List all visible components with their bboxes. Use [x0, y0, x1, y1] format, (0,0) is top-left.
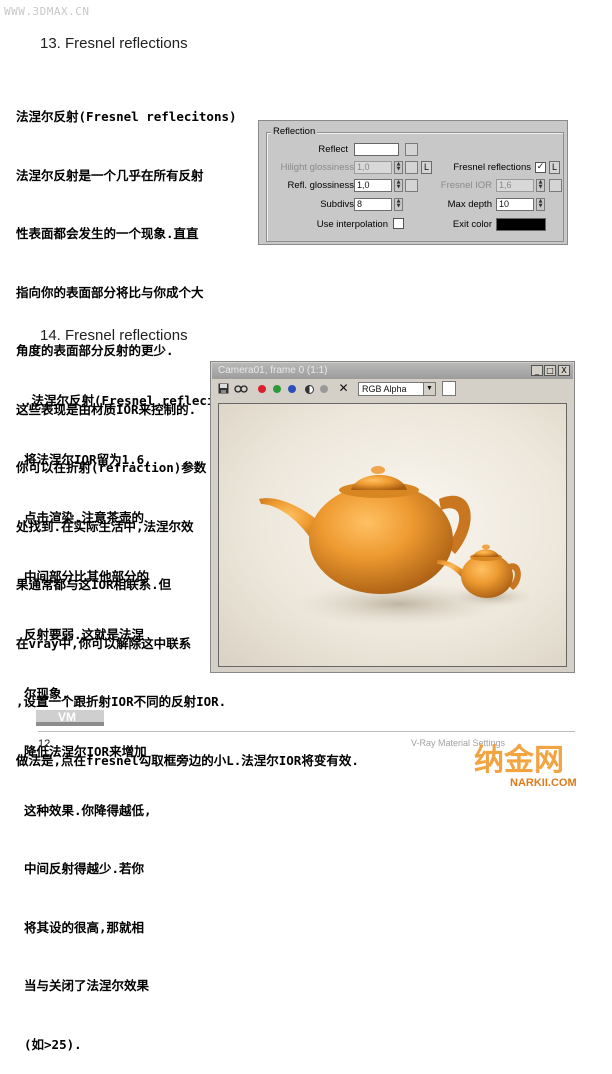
fresnel-reflections-label: Fresnel reflections: [453, 162, 531, 173]
refl-glossiness-spinner[interactable]: ▲ ▼: [394, 179, 403, 192]
section-14-line: 当与关闭了法涅尔效果: [24, 978, 150, 993]
fresnel-lock-button[interactable]: L: [549, 161, 560, 174]
channel-select-value: RGB Alpha: [362, 384, 407, 394]
teapot-render-image: [259, 466, 533, 626]
reflect-color-swatch[interactable]: [354, 143, 399, 156]
hilight-glossiness-input[interactable]: 1,0: [354, 161, 392, 174]
render-viewport: [218, 403, 567, 667]
close-button[interactable]: X: [558, 365, 570, 376]
exit-color-label: Exit color: [452, 219, 492, 230]
subdivs-input[interactable]: 8: [354, 198, 392, 211]
fresnel-ior-map-button[interactable]: [549, 179, 562, 192]
mono-channel-icon[interactable]: [320, 385, 328, 393]
reflect-map-button[interactable]: [405, 143, 418, 156]
vm-logo-text: VM: [58, 710, 76, 724]
hilight-glossiness-label: Hilight glossiness: [280, 162, 354, 173]
maximize-button[interactable]: □: [544, 365, 556, 376]
fresnel-ior-input[interactable]: 1,6: [496, 179, 534, 192]
render-toolbar: ✕ RGB Alpha ▼: [212, 380, 573, 398]
render-window-title: Camera01, frame 0 (1:1): [218, 365, 328, 376]
narkii-watermark-logo: 纳金网 NARKII.COM: [470, 738, 610, 790]
section-14-line: 中间反射得越少.若你: [24, 861, 145, 876]
vm-logo: VM: [36, 708, 104, 728]
refl-glossiness-map-button[interactable]: [405, 179, 418, 192]
fresnel-reflections-checkbox[interactable]: ✓: [535, 162, 546, 173]
hilight-lock-button[interactable]: L: [421, 161, 432, 174]
site-watermark: WWW.3DMAX.CN: [4, 5, 90, 18]
reflect-label: Reflect: [318, 144, 348, 155]
channel-select[interactable]: RGB Alpha ▼: [358, 382, 436, 396]
green-channel-icon[interactable]: [273, 385, 281, 393]
refl-glossiness-label: Refl. glossiness: [287, 180, 354, 191]
section-14-line: 降低法涅尔IOR来增加: [24, 744, 147, 759]
section-14-line: 尔现象.: [24, 685, 70, 701]
chevron-down-icon: ▼: [423, 383, 435, 395]
section-14-line: 这种效果.你降得越低,: [24, 802, 152, 818]
max-depth-input[interactable]: 10: [496, 198, 534, 211]
narkii-brand-cn: 纳金网: [474, 743, 564, 778]
render-window-titlebar[interactable]: Camera01, frame 0 (1:1) _ □ X: [212, 363, 573, 379]
page-number: 12: [38, 738, 51, 750]
reflection-group: Reflect Hilight glossiness 1,0 ▲ ▼ L Refl…: [266, 132, 564, 242]
hilight-glossiness-spinner[interactable]: ▲ ▼: [394, 161, 403, 174]
minimize-button[interactable]: _: [531, 365, 543, 376]
clone-window-icon[interactable]: [234, 383, 248, 394]
refl-glossiness-input[interactable]: 1,0: [354, 179, 392, 192]
footer-divider: [38, 731, 575, 732]
section-14-line: (如>25).: [24, 1036, 82, 1052]
red-channel-icon[interactable]: [258, 385, 266, 393]
section-14-title: 14. Fresnel reflections: [40, 327, 188, 344]
alpha-channel-icon[interactable]: [305, 385, 314, 394]
max-depth-label: Max depth: [447, 199, 492, 210]
section-13-line: 指向你的表面部分将比与你成个大: [16, 284, 204, 300]
fresnel-ior-label: Fresnel IOR: [440, 180, 492, 191]
color-swatch[interactable]: [442, 381, 456, 396]
narkii-brand-url: NARKII.COM: [510, 777, 577, 789]
use-interpolation-checkbox[interactable]: [393, 218, 404, 229]
subdivs-spinner[interactable]: ▲ ▼: [394, 198, 403, 211]
subdivs-label: Subdivs: [320, 199, 354, 210]
clear-icon[interactable]: ✕: [338, 382, 349, 394]
reflection-group-title: Reflection: [271, 126, 318, 137]
section-14-line: 将其设的很高,那就相: [24, 919, 145, 935]
fresnel-ior-spinner[interactable]: ▲ ▼: [536, 179, 545, 192]
max-depth-spinner[interactable]: ▲ ▼: [536, 198, 545, 211]
blue-channel-icon[interactable]: [288, 385, 296, 393]
save-icon[interactable]: [218, 383, 229, 394]
exit-color-swatch[interactable]: [496, 218, 546, 231]
hilight-map-button[interactable]: [405, 161, 418, 174]
render-window: Camera01, frame 0 (1:1) _ □ X ✕ RGB Alph…: [210, 361, 575, 673]
use-interpolation-label: Use interpolation: [316, 219, 388, 230]
section-13-title: 13. Fresnel reflections: [40, 35, 188, 52]
reflection-panel: Reflect Hilight glossiness 1,0 ▲ ▼ L Refl…: [258, 120, 568, 245]
